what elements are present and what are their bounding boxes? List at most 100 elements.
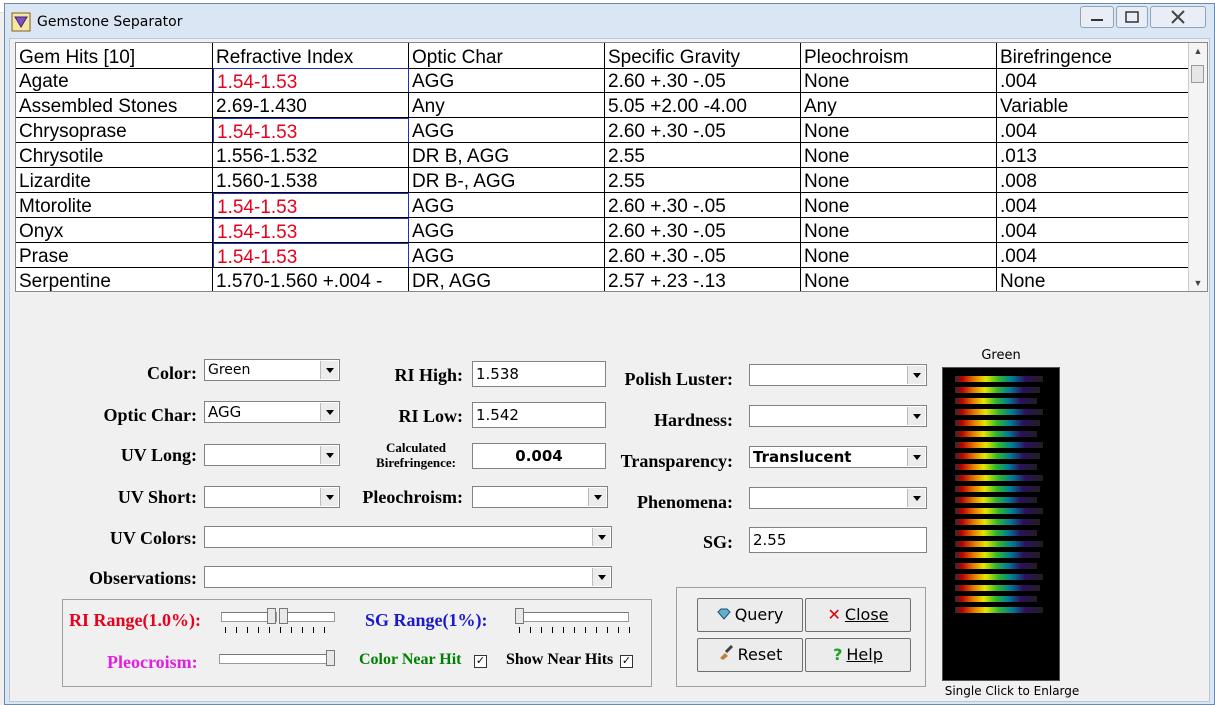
chevron-down-icon[interactable]: [588, 488, 606, 506]
table-cell-optic[interactable]: AGG: [409, 68, 605, 93]
pleochroism-select[interactable]: [472, 486, 608, 508]
table-cell-biref[interactable]: None: [997, 268, 1188, 291]
sg-range-thumb[interactable]: [515, 608, 524, 624]
color-select[interactable]: Green: [204, 359, 340, 381]
table-cell-gem[interactable]: Chrysoprase: [16, 118, 213, 143]
table-cell-pleo[interactable]: None: [801, 268, 997, 291]
ri-low-input[interactable]: 1.542: [472, 402, 606, 428]
table-cell-sg[interactable]: 2.60 +.30 -.05: [605, 193, 801, 218]
table-cell-biref[interactable]: .004: [997, 68, 1188, 93]
window-close-button[interactable]: [1150, 6, 1206, 28]
scroll-thumb[interactable]: [1191, 65, 1204, 83]
sg-input[interactable]: 2.55: [749, 527, 927, 553]
uv-short-select[interactable]: [204, 486, 340, 508]
chevron-down-icon[interactable]: [592, 568, 610, 586]
chevron-down-icon[interactable]: [907, 489, 925, 507]
table-cell-sg[interactable]: 2.60 +.30 -.05: [605, 118, 801, 143]
table-cell-optic[interactable]: Any: [409, 93, 605, 118]
chevron-down-icon[interactable]: [592, 528, 610, 546]
ri-range-low-slider[interactable]: [221, 608, 277, 624]
polish-luster-select[interactable]: [749, 364, 927, 386]
table-cell-gem[interactable]: Chrysotile: [16, 143, 213, 168]
table-cell-sg[interactable]: 2.55: [605, 168, 801, 193]
uv-colors-select[interactable]: [204, 526, 612, 548]
table-cell-sg[interactable]: 5.05 +2.00 -4.00: [605, 93, 801, 118]
pleocroism-range-thumb[interactable]: [326, 650, 335, 666]
table-cell-pleo[interactable]: None: [801, 68, 997, 93]
table-row[interactable]: Chrysotile 1.556-1.532 DR B, AGG 2.55 None .0…: [16, 143, 1188, 168]
table-cell-biref[interactable]: .004: [997, 243, 1188, 268]
table-cell-biref[interactable]: .004: [997, 193, 1188, 218]
show-near-hits-checkbox[interactable]: ✓: [620, 655, 633, 668]
table-cell-pleo[interactable]: Any: [801, 93, 997, 118]
table-cell-ri[interactable]: 1.570-1.560 +.004 -: [213, 268, 409, 291]
table-cell-biref[interactable]: .004: [997, 118, 1188, 143]
table-cell-optic[interactable]: AGG: [409, 218, 605, 243]
table-row[interactable]: Lizardite 1.560-1.538 DR B-, AGG 2.55 None .0…: [16, 168, 1188, 193]
table-cell-optic[interactable]: AGG: [409, 243, 605, 268]
table-cell-pleo[interactable]: None: [801, 168, 997, 193]
close-button[interactable]: ✕ Close: [805, 598, 911, 632]
col-header-pleo[interactable]: Pleochroism: [801, 43, 997, 68]
table-cell-pleo[interactable]: None: [801, 118, 997, 143]
table-cell-ri[interactable]: 1.556-1.532: [213, 143, 409, 168]
table-cell-gem[interactable]: Agate: [16, 68, 213, 93]
table-cell-optic[interactable]: AGG: [409, 193, 605, 218]
table-row[interactable]: Mtorolite 1.54-1.53 AGG 2.60 +.30 -.05 None.…: [16, 193, 1188, 218]
table-cell-ri[interactable]: 1.54-1.53: [213, 218, 409, 243]
table-row[interactable]: Serpentine 1.570-1.560 +.004 - DR, AGG 2.57…: [16, 268, 1188, 291]
chevron-down-icon[interactable]: [320, 488, 338, 506]
query-button[interactable]: Query: [697, 598, 803, 632]
table-cell-gem[interactable]: Assembled Stones: [16, 93, 213, 118]
table-cell-biref[interactable]: Variable: [997, 93, 1188, 118]
chevron-down-icon[interactable]: [320, 403, 338, 421]
table-cell-optic[interactable]: DR B, AGG: [409, 143, 605, 168]
table-row[interactable]: Agate 1.54-1.53 AGG 2.60 +.30 -.05 None .004: [16, 68, 1188, 93]
optic-char-select[interactable]: AGG: [204, 401, 340, 423]
table-cell-gem[interactable]: Serpentine: [16, 268, 213, 291]
table-cell-ri[interactable]: 1.54-1.53: [213, 118, 409, 143]
table-cell-sg[interactable]: 2.60 +.30 -.05: [605, 243, 801, 268]
chevron-down-icon[interactable]: [320, 361, 338, 379]
col-header-sg[interactable]: Specific Gravity: [605, 43, 801, 68]
table-cell-pleo[interactable]: None: [801, 218, 997, 243]
table-cell-optic[interactable]: DR B-, AGG: [409, 168, 605, 193]
table-cell-gem[interactable]: Lizardite: [16, 168, 213, 193]
observations-select[interactable]: [204, 566, 612, 588]
ri-range-high-slider[interactable]: [279, 608, 335, 624]
ri-range-high-thumb[interactable]: [279, 608, 288, 624]
table-cell-biref[interactable]: .004: [997, 218, 1188, 243]
table-cell-optic[interactable]: DR, AGG: [409, 268, 605, 291]
table-cell-sg[interactable]: 2.60 +.30 -.05: [605, 68, 801, 93]
results-grid[interactable]: Gem Hits [10] Refractive Index Optic Cha…: [15, 42, 1208, 292]
table-cell-gem[interactable]: Prase: [16, 243, 213, 268]
col-header-biref[interactable]: Birefringence: [997, 43, 1188, 68]
help-button[interactable]: ? Help: [805, 638, 911, 672]
uv-long-select[interactable]: [204, 444, 340, 466]
chevron-down-icon[interactable]: [907, 448, 925, 466]
table-cell-sg[interactable]: 2.57 +.23 -.13: [605, 268, 801, 291]
col-header-ri[interactable]: Refractive Index: [213, 43, 409, 68]
ri-high-input[interactable]: 1.538: [472, 361, 606, 387]
phenomena-select[interactable]: [749, 487, 927, 509]
table-cell-sg[interactable]: 2.55: [605, 143, 801, 168]
minimize-button[interactable]: [1080, 6, 1114, 28]
table-cell-ri[interactable]: 2.69-1.430: [213, 93, 409, 118]
chevron-down-icon[interactable]: [907, 366, 925, 384]
table-cell-ri[interactable]: 1.54-1.53: [213, 243, 409, 268]
table-cell-pleo[interactable]: None: [801, 193, 997, 218]
scroll-down-arrow-icon[interactable]: ▼: [1189, 275, 1207, 291]
table-cell-pleo[interactable]: None: [801, 143, 997, 168]
chevron-down-icon[interactable]: [907, 407, 925, 425]
table-cell-optic[interactable]: AGG: [409, 118, 605, 143]
col-header-gem[interactable]: Gem Hits [10]: [16, 43, 213, 68]
table-row[interactable]: Prase 1.54-1.53 AGG 2.60 +.30 -.05 None .004: [16, 243, 1188, 268]
reset-button[interactable]: Reset: [697, 638, 803, 672]
table-cell-pleo[interactable]: None: [801, 243, 997, 268]
grid-vertical-scrollbar[interactable]: ▲ ▼: [1188, 43, 1207, 291]
table-cell-ri[interactable]: 1.560-1.538: [213, 168, 409, 193]
table-row[interactable]: Assembled Stones 2.69-1.430 Any 5.05 +2.00 …: [16, 93, 1188, 118]
table-cell-sg[interactable]: 2.60 +.30 -.05: [605, 218, 801, 243]
col-header-optic[interactable]: Optic Char: [409, 43, 605, 68]
spectrum-thumbnail[interactable]: [942, 367, 1060, 681]
